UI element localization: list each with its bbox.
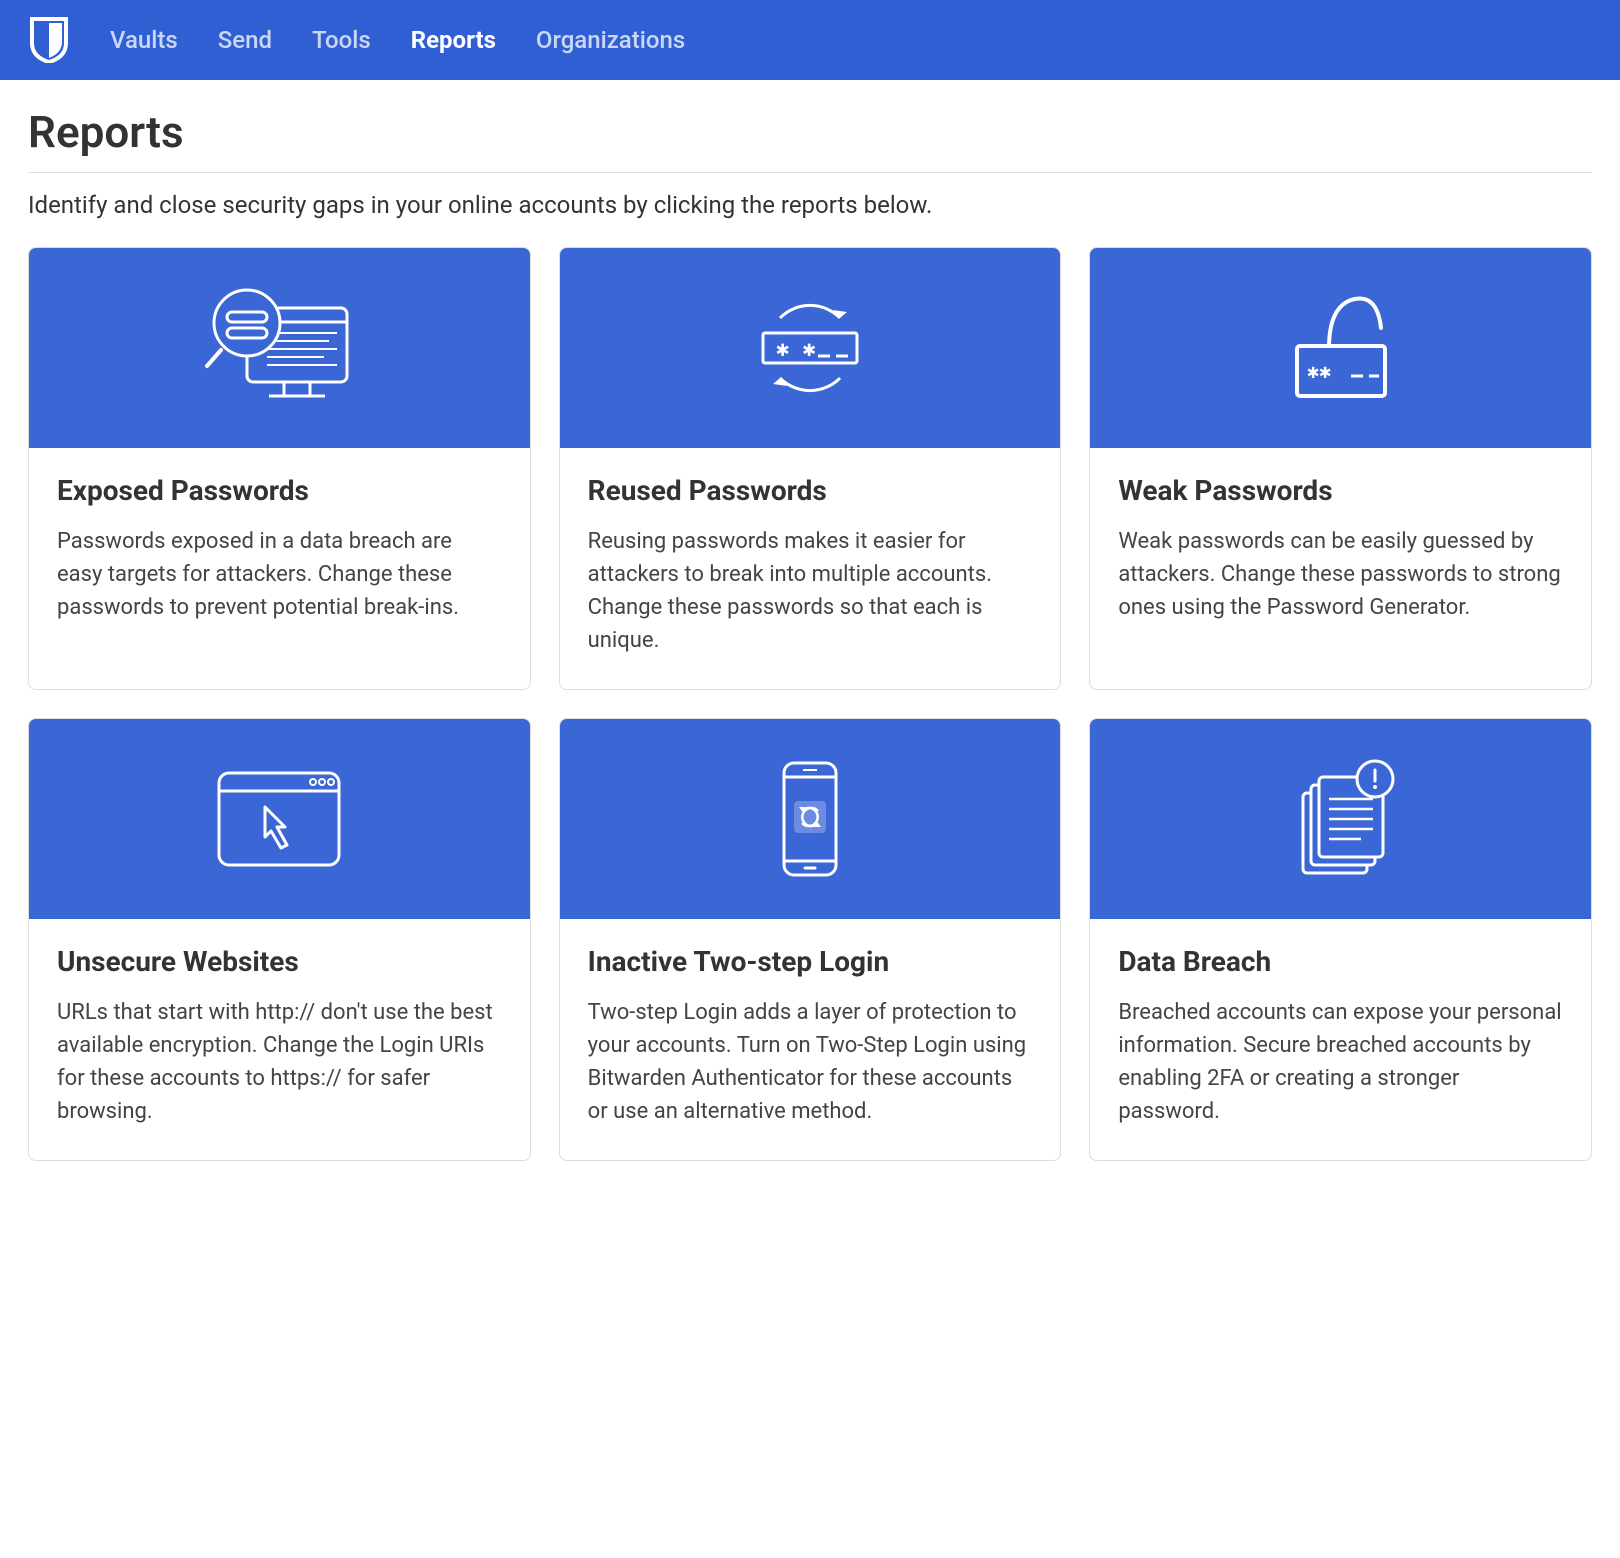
page-subtitle: Identify and close security gaps in your…	[28, 191, 1592, 219]
card-description: Weak passwords can be easily guessed by …	[1118, 525, 1563, 624]
nav-items: Vaults Send Tools Reports Organizations	[110, 26, 685, 54]
nav-send[interactable]: Send	[218, 26, 272, 54]
nav-tools[interactable]: Tools	[312, 26, 371, 54]
card-inactive-2fa[interactable]: Inactive Two-step Login Two-step Login a…	[559, 718, 1062, 1161]
reused-passwords-icon: ✱ ✱	[560, 248, 1061, 448]
card-title: Reused Passwords	[588, 474, 1033, 507]
inactive-2fa-icon	[560, 719, 1061, 919]
data-breach-icon	[1090, 719, 1591, 919]
svg-text:✱ ✱: ✱ ✱	[776, 337, 816, 362]
card-unsecure-websites[interactable]: Unsecure Websites URLs that start with h…	[28, 718, 531, 1161]
card-body: Inactive Two-step Login Two-step Login a…	[560, 919, 1061, 1160]
card-reused-passwords[interactable]: ✱ ✱ Reused Passwords Reusing passwords m…	[559, 247, 1062, 690]
card-title: Data Breach	[1118, 945, 1563, 978]
card-body: Reused Passwords Reusing passwords makes…	[560, 448, 1061, 689]
card-description: URLs that start with http:// don't use t…	[57, 996, 502, 1128]
svg-text:✱✱: ✱✱	[1307, 359, 1331, 383]
card-body: Unsecure Websites URLs that start with h…	[29, 919, 530, 1160]
navbar: Vaults Send Tools Reports Organizations	[0, 0, 1620, 80]
card-title: Inactive Two-step Login	[588, 945, 1033, 978]
app-logo-icon[interactable]	[28, 17, 70, 63]
exposed-passwords-icon	[29, 248, 530, 448]
card-description: Reusing passwords makes it easier for at…	[588, 525, 1033, 657]
weak-passwords-icon: ✱✱	[1090, 248, 1591, 448]
card-title: Weak Passwords	[1118, 474, 1563, 507]
card-title: Exposed Passwords	[57, 474, 502, 507]
content: Reports Identify and close security gaps…	[0, 80, 1620, 1187]
card-exposed-passwords[interactable]: Exposed Passwords Passwords exposed in a…	[28, 247, 531, 690]
card-description: Breached accounts can expose your person…	[1118, 996, 1563, 1128]
nav-vaults[interactable]: Vaults	[110, 26, 178, 54]
card-data-breach[interactable]: Data Breach Breached accounts can expose…	[1089, 718, 1592, 1161]
nav-organizations[interactable]: Organizations	[536, 26, 685, 54]
card-description: Two-step Login adds a layer of protectio…	[588, 996, 1033, 1128]
card-title: Unsecure Websites	[57, 945, 502, 978]
card-body: Weak Passwords Weak passwords can be eas…	[1090, 448, 1591, 656]
card-body: Data Breach Breached accounts can expose…	[1090, 919, 1591, 1160]
nav-reports[interactable]: Reports	[411, 26, 496, 54]
card-body: Exposed Passwords Passwords exposed in a…	[29, 448, 530, 656]
card-weak-passwords[interactable]: ✱✱ Weak Passwords Weak passwords can be …	[1089, 247, 1592, 690]
unsecure-websites-icon	[29, 719, 530, 919]
report-cards: Exposed Passwords Passwords exposed in a…	[28, 247, 1592, 1161]
card-description: Passwords exposed in a data breach are e…	[57, 525, 502, 624]
page-title: Reports	[28, 106, 1592, 173]
